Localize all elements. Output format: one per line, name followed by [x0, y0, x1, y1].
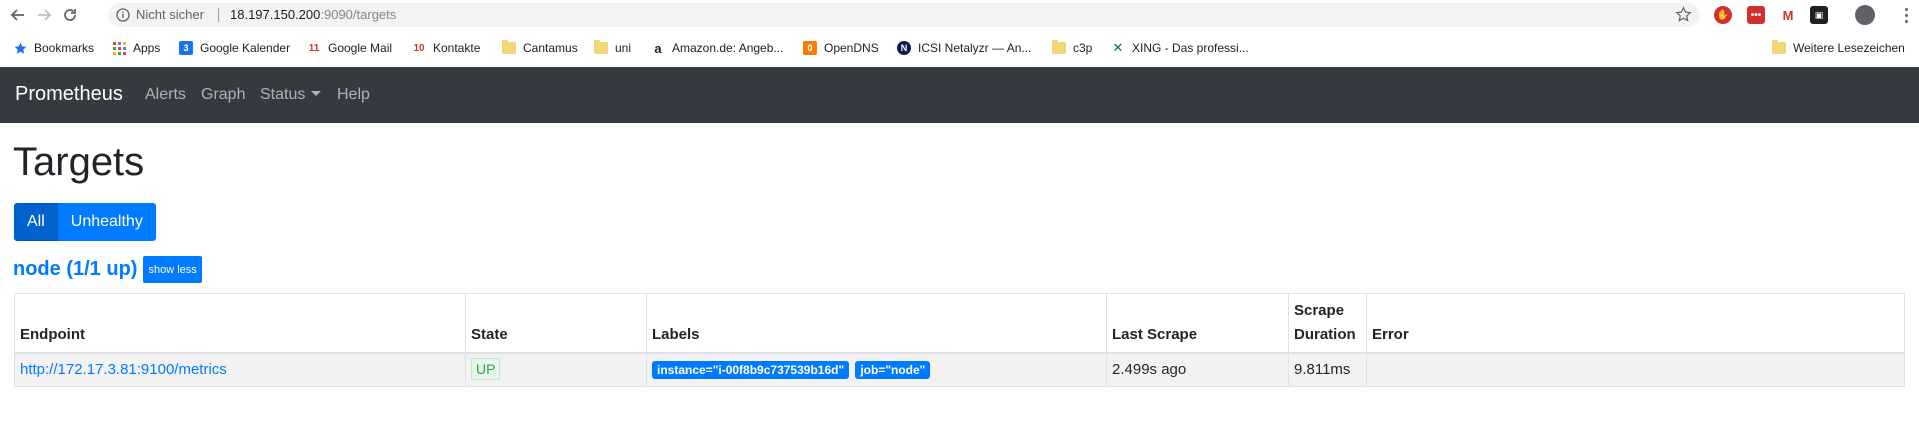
endpoint-link[interactable]: http://172.17.3.81:9100/metrics [20, 361, 227, 378]
cell-last-scrape: 2.499s ago [1106, 352, 1289, 387]
gmail-extension-icon[interactable]: M [1779, 6, 1797, 24]
profile-avatar[interactable] [1855, 5, 1875, 25]
table-header-row: Endpoint State Labels Last Scrape Scrape… [14, 293, 1905, 354]
bookmark-label: Cantamus [523, 41, 578, 55]
bookmark-icsi-netalyzr[interactable]: N ICSI Netalyzr — An... [897, 40, 1031, 56]
bookmark-cantamus[interactable]: Cantamus [502, 40, 578, 56]
bookmark-opendns[interactable]: 0 OpenDNS [803, 40, 879, 56]
page-title: Targets [13, 140, 145, 184]
contacts-icon: 10 [413, 42, 425, 54]
bookmark-label: Google Mail [328, 41, 393, 55]
bookmark-label: Kontakte [433, 41, 481, 55]
address-bar[interactable]: Nicht sicher 18.197.150.200:9090/targets [108, 3, 1700, 27]
filter-all-button[interactable]: All [14, 203, 58, 241]
forward-button[interactable] [33, 4, 55, 26]
url-host: 18.197.150.200 [230, 7, 321, 22]
netalyzr-icon: N [897, 41, 911, 55]
bookmark-label: ICSI Netalyzr — An... [918, 41, 1032, 55]
bookmark-label: c3p [1073, 41, 1093, 55]
folder-icon [1772, 40, 1786, 55]
arrow-right-icon [38, 9, 52, 21]
brand-link[interactable]: Prometheus [15, 83, 123, 106]
header-endpoint: Endpoint [14, 293, 466, 354]
nav-graph[interactable]: Graph [201, 86, 245, 104]
bookmark-label: Amazon.de: Angeb... [672, 41, 784, 55]
nav-alerts[interactable]: Alerts [145, 86, 186, 104]
security-status[interactable]: Nicht sicher [136, 7, 204, 22]
bookmark-bookmarks[interactable]: Bookmarks [13, 40, 94, 56]
url-path: :9090/targets [320, 7, 397, 22]
header-last-scrape: Last Scrape [1106, 293, 1289, 354]
table-row: http://172.17.3.81:9100/metrics UP insta… [14, 352, 1905, 387]
targets-table: Endpoint State Labels Last Scrape Scrape… [14, 293, 1905, 387]
url-text[interactable]: 18.197.150.200:9090/targets [230, 7, 396, 22]
xing-icon: ✕ [1112, 40, 1124, 55]
lastpass-extension-icon[interactable]: ••• [1747, 6, 1765, 24]
omnibox-separator [218, 8, 219, 22]
bookmark-xing[interactable]: ✕ XING - Das professi... [1111, 40, 1249, 56]
folder-icon [502, 40, 516, 55]
header-labels: Labels [646, 293, 1107, 354]
job-header: node (1/1 up) show less [13, 256, 202, 283]
back-button[interactable] [7, 4, 29, 26]
job-title-link[interactable]: node (1/1 up) [13, 258, 137, 281]
bookmark-label: XING - Das professi... [1132, 41, 1249, 55]
cell-labels: instance="i-00f8b9c737539b16d" job="node… [646, 352, 1107, 387]
browser-menu-icon[interactable] [1901, 6, 1911, 24]
apps-grid-icon [112, 41, 126, 55]
navbar: Prometheus Alerts Graph Status Help [0, 67, 1919, 123]
bookmark-label: Weitere Lesezeichen [1793, 41, 1905, 55]
opendns-icon: 0 [803, 41, 817, 55]
show-less-button[interactable]: show less [143, 256, 202, 283]
arrow-left-icon [10, 9, 24, 21]
reload-button[interactable] [59, 4, 81, 26]
nav-status-dropdown[interactable]: Status [260, 86, 322, 104]
bookmark-kontakte[interactable]: 10 Kontakte [412, 40, 480, 56]
cell-endpoint: http://172.17.3.81:9100/metrics [14, 352, 466, 387]
info-icon[interactable] [116, 8, 130, 22]
label-badge: job="node" [855, 361, 931, 380]
folder-icon [594, 40, 608, 55]
caret-down-icon [311, 91, 322, 96]
state-badge: UP [471, 358, 501, 381]
header-scrape-duration: Scrape Duration [1288, 293, 1367, 354]
cell-state: UP [465, 352, 647, 387]
bookmark-label: uni [615, 41, 632, 55]
bookmark-star-icon[interactable] [1675, 6, 1692, 23]
other-bookmarks[interactable]: Weitere Lesezeichen [1772, 40, 1905, 56]
filter-unhealthy-button[interactable]: Unhealthy [57, 203, 156, 241]
target-filter-group: All Unhealthy [14, 203, 156, 241]
star-icon [13, 41, 27, 55]
gmail-icon: 11 [308, 42, 320, 54]
cell-error [1366, 352, 1905, 387]
extension-icon[interactable]: ▣ [1810, 6, 1828, 24]
header-error: Error [1366, 293, 1905, 354]
bookmark-label: OpenDNS [824, 41, 879, 55]
folder-icon [1052, 40, 1066, 55]
bookmark-google-kalender[interactable]: 3 Google Kalender [179, 40, 290, 56]
amazon-icon: a [654, 40, 662, 56]
nav-help[interactable]: Help [337, 86, 370, 104]
bookmark-label: Bookmarks [34, 41, 95, 55]
reload-icon [64, 9, 76, 21]
bookmark-label: Google Kalender [200, 41, 291, 55]
label-badge: instance="i-00f8b9c737539b16d" [652, 361, 850, 380]
calendar-icon: 3 [179, 41, 193, 55]
bookmark-google-mail[interactable]: 11 Google Mail [307, 40, 392, 56]
header-scrape-duration-line1: Scrape [1294, 302, 1345, 319]
bookmarks-bar: Bookmarks Apps 3 Google Kalender 11 Goog… [0, 36, 1919, 60]
adblock-extension-icon[interactable]: ✋ [1714, 6, 1732, 24]
bookmark-uni[interactable]: uni [594, 40, 631, 56]
bookmark-apps[interactable]: Apps [112, 40, 160, 56]
header-scrape-duration-line2: Duration [1294, 326, 1356, 343]
bookmark-amazon[interactable]: a Amazon.de: Angeb... [651, 40, 783, 56]
cell-scrape-duration: 9.811ms [1288, 352, 1367, 387]
browser-toolbar: Nicht sicher 18.197.150.200:9090/targets… [0, 0, 1919, 30]
bookmark-label: Apps [133, 41, 161, 55]
header-state: State [465, 293, 647, 354]
bookmark-c3p[interactable]: c3p [1052, 40, 1092, 56]
nav-status-label: Status [260, 86, 306, 103]
